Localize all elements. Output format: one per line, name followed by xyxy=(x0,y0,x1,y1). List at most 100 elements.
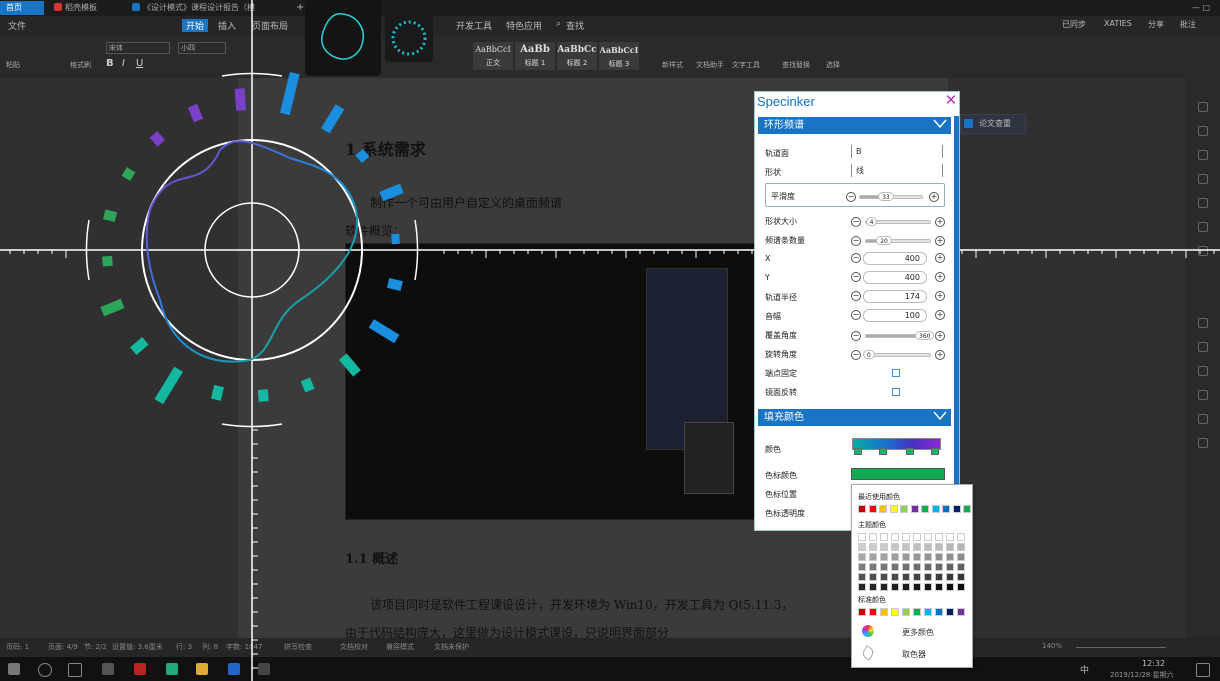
color-swatch[interactable] xyxy=(858,573,866,581)
color-swatch[interactable] xyxy=(858,563,866,571)
color-swatch[interactable] xyxy=(935,573,943,581)
orbit-radius-decrease-button[interactable]: − xyxy=(851,291,861,301)
y-increase-button[interactable]: + xyxy=(935,272,945,282)
color-swatch[interactable] xyxy=(900,505,908,513)
rotation-decrease-button[interactable]: − xyxy=(851,350,861,360)
color-swatch[interactable] xyxy=(858,543,866,551)
color-swatch[interactable] xyxy=(952,505,961,513)
color-swatch[interactable] xyxy=(880,573,888,581)
color-swatch[interactable] xyxy=(957,583,965,591)
color-swatch[interactable] xyxy=(913,573,921,581)
color-swatch[interactable] xyxy=(880,533,888,541)
coverage-value[interactable]: 360 xyxy=(915,331,935,340)
color-swatch[interactable] xyxy=(869,553,877,561)
gradient-stop[interactable] xyxy=(906,448,914,455)
color-swatch[interactable] xyxy=(913,583,921,591)
color-swatch[interactable] xyxy=(858,533,866,541)
color-swatch[interactable] xyxy=(868,505,877,513)
color-swatch[interactable] xyxy=(957,533,965,541)
color-swatch[interactable] xyxy=(957,553,965,561)
endpoint-fixed-checkbox[interactable] xyxy=(892,369,900,377)
color-swatch[interactable] xyxy=(891,583,899,591)
smooth-increase-button[interactable]: + xyxy=(929,192,939,202)
rotation-value[interactable]: 0 xyxy=(863,350,875,359)
eyedropper-button[interactable]: 取色器 xyxy=(902,649,926,660)
x-decrease-button[interactable]: − xyxy=(851,253,861,263)
color-swatch[interactable] xyxy=(924,583,932,591)
color-swatch[interactable] xyxy=(913,533,921,541)
color-swatch[interactable] xyxy=(902,533,910,541)
color-swatch[interactable] xyxy=(935,533,943,541)
color-swatch[interactable] xyxy=(902,583,910,591)
color-swatch[interactable] xyxy=(957,543,965,551)
color-swatch[interactable] xyxy=(913,563,921,571)
color-swatch[interactable] xyxy=(902,543,910,551)
orbit-radius-spinbox[interactable]: 174 xyxy=(863,290,927,303)
color-swatch[interactable] xyxy=(946,553,954,561)
amplitude-spinbox[interactable]: 100 xyxy=(863,309,927,322)
color-swatch[interactable] xyxy=(880,563,888,571)
section-ring-spectrum[interactable]: 环形频谱 xyxy=(758,117,951,134)
color-swatch[interactable] xyxy=(880,553,888,561)
color-swatch[interactable] xyxy=(924,573,932,581)
color-swatch[interactable] xyxy=(891,573,899,581)
color-swatch[interactable] xyxy=(957,608,965,616)
bar-count-decrease-button[interactable]: − xyxy=(851,236,861,246)
color-swatch[interactable] xyxy=(858,553,866,561)
color-swatch[interactable] xyxy=(869,583,877,591)
color-swatch[interactable] xyxy=(924,553,932,561)
color-swatch[interactable] xyxy=(869,573,877,581)
color-swatch[interactable] xyxy=(957,573,965,581)
more-colors-button[interactable]: 更多颜色 xyxy=(902,627,934,638)
x-spinbox[interactable]: 400 xyxy=(863,252,927,265)
color-swatch[interactable] xyxy=(869,543,877,551)
coverage-increase-button[interactable]: + xyxy=(935,331,945,341)
color-swatch[interactable] xyxy=(963,505,971,513)
rotation-increase-button[interactable]: + xyxy=(935,350,945,360)
y-decrease-button[interactable]: − xyxy=(851,272,861,282)
smooth-value[interactable]: 33 xyxy=(878,192,894,201)
color-swatch[interactable] xyxy=(913,553,921,561)
color-swatch[interactable] xyxy=(913,543,921,551)
color-swatch[interactable] xyxy=(935,563,943,571)
amplitude-decrease-button[interactable]: − xyxy=(851,310,861,320)
shape-size-decrease-button[interactable]: − xyxy=(851,217,861,227)
color-swatch[interactable] xyxy=(889,505,898,513)
color-swatch[interactable] xyxy=(946,583,954,591)
color-swatch[interactable] xyxy=(891,608,899,616)
bar-count-value[interactable]: 20 xyxy=(876,236,892,245)
color-swatch[interactable] xyxy=(957,563,965,571)
color-swatch[interactable] xyxy=(910,505,919,513)
color-swatch[interactable] xyxy=(880,543,888,551)
bar-count-slider[interactable] xyxy=(865,239,931,243)
marker-color-swatch[interactable] xyxy=(851,468,945,480)
color-swatch[interactable] xyxy=(880,608,888,616)
gradient-stop[interactable] xyxy=(854,448,862,455)
x-increase-button[interactable]: + xyxy=(935,253,945,263)
color-swatch[interactable] xyxy=(921,505,929,513)
color-swatch[interactable] xyxy=(935,608,943,616)
gradient-stop[interactable] xyxy=(879,448,887,455)
rotation-slider[interactable] xyxy=(865,353,931,357)
color-swatch[interactable] xyxy=(946,573,954,581)
color-swatch[interactable] xyxy=(858,583,866,591)
color-swatch[interactable] xyxy=(891,553,899,561)
color-swatch[interactable] xyxy=(924,533,932,541)
mirror-checkbox[interactable] xyxy=(892,388,900,396)
orbit-radius-increase-button[interactable]: + xyxy=(935,291,945,301)
panel-scrollbar[interactable] xyxy=(954,116,959,530)
color-swatch[interactable] xyxy=(946,533,954,541)
color-swatch[interactable] xyxy=(946,543,954,551)
shape-size-value[interactable]: 4 xyxy=(865,217,878,226)
color-swatch[interactable] xyxy=(902,573,910,581)
color-swatch[interactable] xyxy=(891,563,899,571)
color-swatch[interactable] xyxy=(946,608,954,616)
y-spinbox[interactable]: 400 xyxy=(863,271,927,284)
color-swatch[interactable] xyxy=(869,563,877,571)
color-swatch[interactable] xyxy=(869,533,877,541)
color-swatch[interactable] xyxy=(913,608,921,616)
color-swatch[interactable] xyxy=(880,583,888,591)
color-swatch[interactable] xyxy=(931,505,940,513)
bar-count-increase-button[interactable]: + xyxy=(935,236,945,246)
color-swatch[interactable] xyxy=(902,608,910,616)
